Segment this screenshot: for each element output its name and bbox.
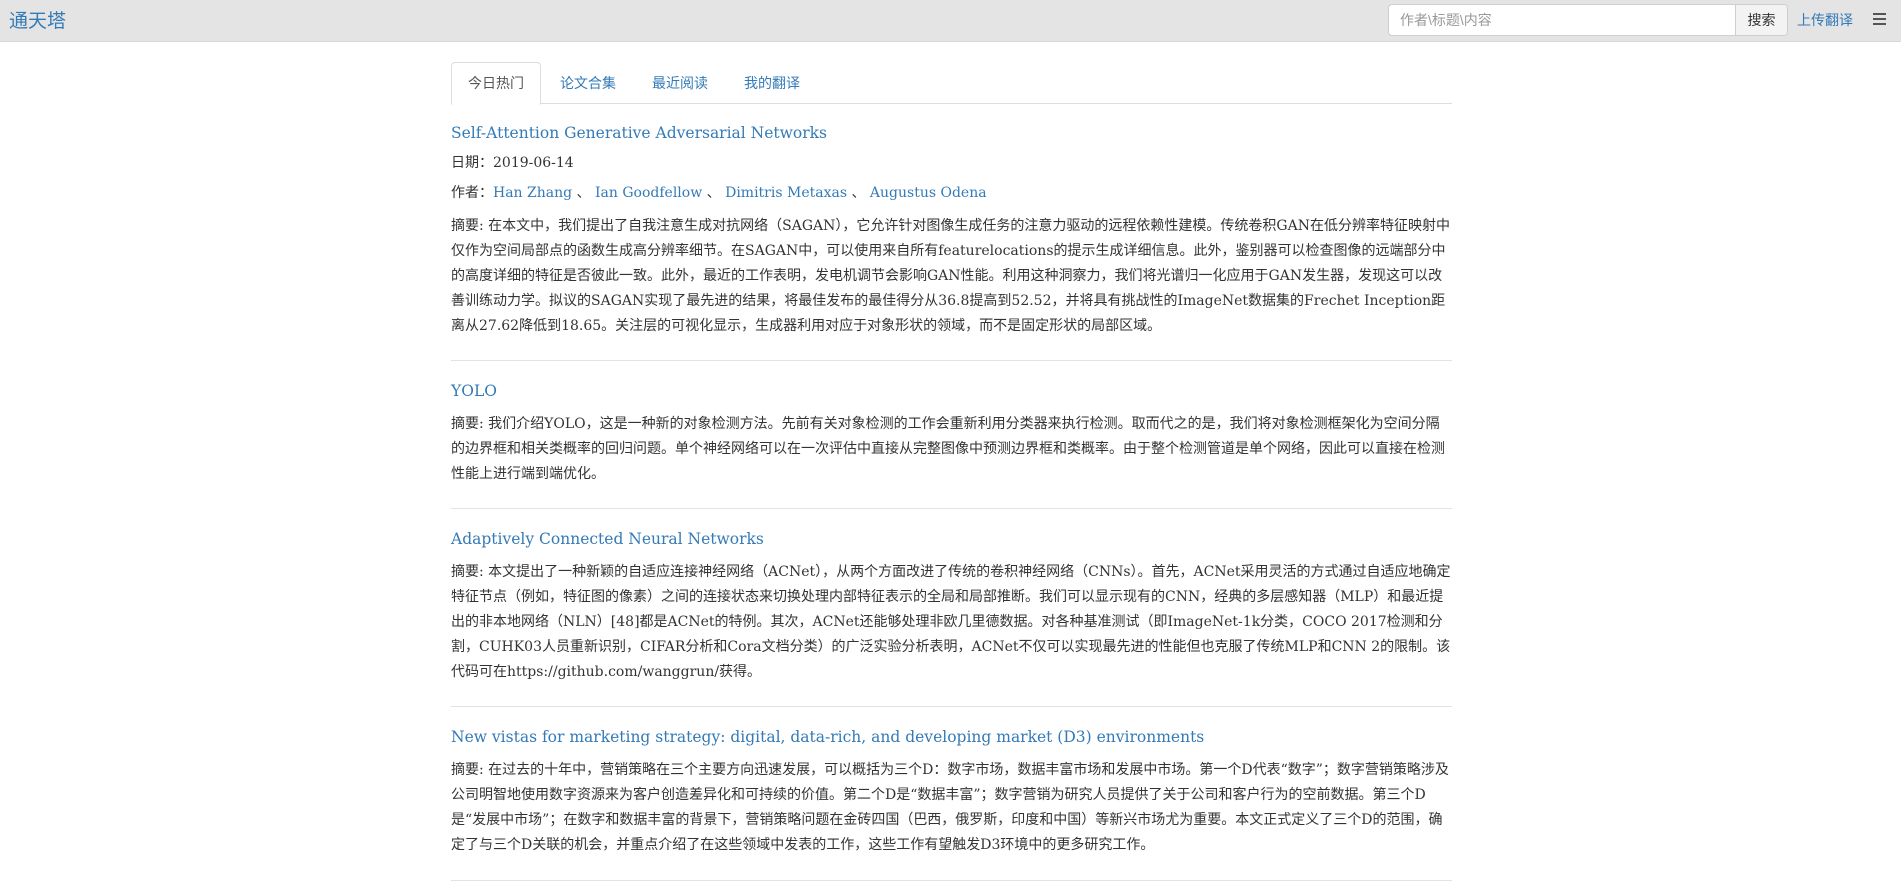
paper-date: 日期：2019-06-14 — [451, 154, 1452, 172]
paper-title-link[interactable]: New vistas for marketing strategy: digit… — [451, 728, 1452, 746]
tab-recent-reading[interactable]: 最近阅读 — [635, 62, 725, 104]
tab-my-translations[interactable]: 我的翻译 — [727, 62, 817, 104]
hamburger-menu-icon[interactable] — [1873, 13, 1886, 25]
upload-translation-link[interactable]: 上传翻译 — [1797, 10, 1853, 30]
author-link[interactable]: Han Zhang — [493, 185, 572, 201]
search-group: 搜索 — [1388, 4, 1788, 36]
author-separator: 、 — [851, 185, 866, 201]
tab-paper-collection[interactable]: 论文合集 — [543, 62, 633, 104]
brand-logo[interactable]: 通天塔 — [9, 6, 66, 33]
paper-item: Adaptively Connected Neural Networks 摘要:… — [451, 530, 1452, 707]
paper-abstract: 摘要: 在本文中，我们提出了自我注意生成对抗网络（SAGAN），它允许针对图像生… — [451, 218, 1450, 334]
paper-authors: 作者：Han Zhang 、 Ian Goodfellow 、 Dimitris… — [451, 184, 1452, 202]
search-input[interactable] — [1388, 4, 1735, 36]
date-label: 日期： — [451, 155, 493, 171]
search-button[interactable]: 搜索 — [1735, 4, 1788, 36]
tab-today-hot[interactable]: 今日热门 — [451, 62, 541, 105]
paper-abstract: 摘要: 在过去的十年中，营销策略在三个主要方向迅速发展，可以概括为三个D：数字市… — [451, 762, 1449, 853]
date-value: 2019-06-14 — [493, 155, 574, 171]
paper-title-link[interactable]: YOLO — [451, 382, 1452, 400]
paper-item: New vistas for marketing strategy: digit… — [451, 728, 1452, 881]
author-link[interactable]: Ian Goodfellow — [595, 185, 702, 201]
paper-title-link[interactable]: Self-Attention Generative Adversarial Ne… — [451, 124, 1452, 142]
paper-abstract: 摘要: 本文提出了一种新颖的自适应连接神经网络（ACNet），从两个方面改进了传… — [451, 564, 1451, 680]
paper-item: YOLO 摘要: 我们介绍YOLO，这是一种新的对象检测方法。先前有关对象检测的… — [451, 382, 1452, 509]
content-tabs: 今日热门 论文合集 最近阅读 我的翻译 — [451, 62, 1452, 105]
author-separator: 、 — [576, 185, 591, 201]
authors-label: 作者： — [451, 185, 493, 201]
author-separator: 、 — [706, 185, 721, 201]
paper-item: Self-Attention Generative Adversarial Ne… — [451, 124, 1452, 361]
paper-title-link[interactable]: Adaptively Connected Neural Networks — [451, 530, 1452, 548]
author-link[interactable]: Augustus Odena — [870, 185, 987, 201]
author-link[interactable]: Dimitris Metaxas — [725, 185, 847, 201]
top-navbar: 通天塔 搜索 上传翻译 — [0, 0, 1901, 42]
paper-abstract: 摘要: 我们介绍YOLO，这是一种新的对象检测方法。先前有关对象检测的工作会重新… — [451, 416, 1445, 482]
